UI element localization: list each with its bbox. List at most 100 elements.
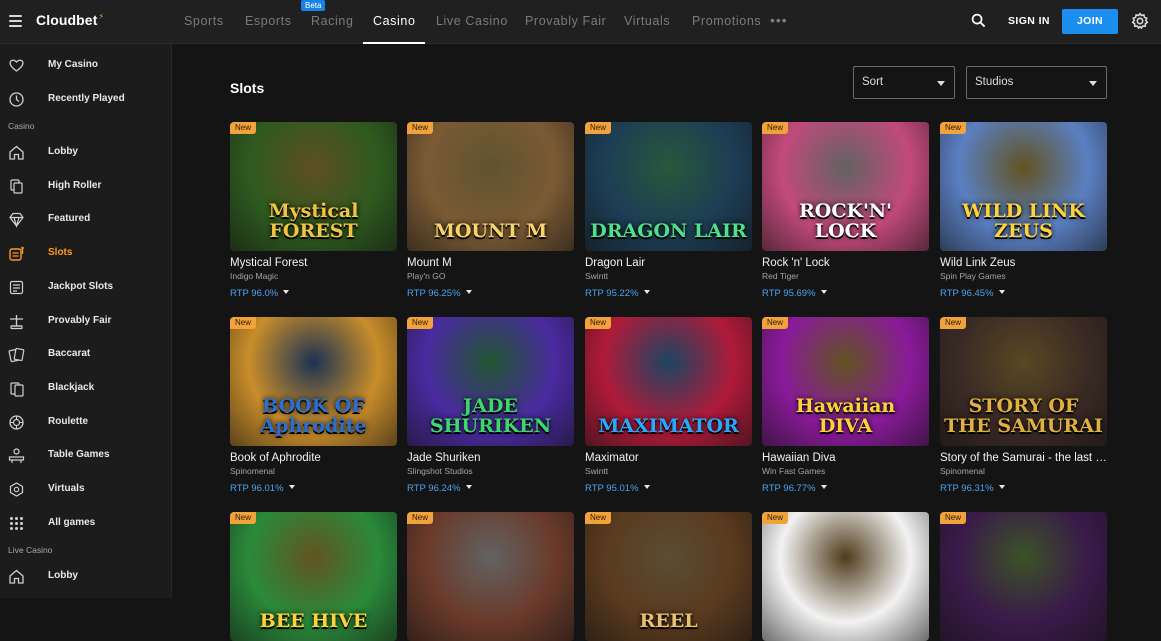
game-card[interactable]: New [407, 512, 574, 641]
rtp-toggle[interactable]: RTP 96.31% [940, 483, 1107, 494]
sidebar-item-casino-baccarat[interactable]: Baccarat [0, 340, 172, 370]
sidebar-item-live-lobby[interactable]: Lobby [0, 562, 172, 592]
game-provider: Spin Play Games [940, 271, 1006, 281]
game-name[interactable]: Mount M [407, 257, 574, 269]
rtp-toggle[interactable]: RTP 95.69% [762, 288, 929, 299]
game-thumbnail[interactable]: New STORY OF THE SAMURAI [940, 317, 1107, 446]
sidebar-item-label: Roulette [48, 415, 88, 427]
game-card[interactable]: New [940, 512, 1107, 641]
game-card[interactable]: New Mystical FOREST Mystical Forest Indigo … [230, 122, 397, 299]
game-thumbnail[interactable]: New REEL [585, 512, 752, 641]
nav-racing[interactable]: Racing [311, 14, 354, 28]
rtp-toggle[interactable]: RTP 95.22% [585, 288, 752, 299]
game-name[interactable]: Jade Shuriken [407, 452, 574, 464]
game-card[interactable]: New STORY OF THE SAMURAI Story of the Samu… [940, 317, 1107, 494]
rtp-value: RTP 96.0% [230, 288, 279, 299]
new-badge: New [585, 317, 612, 329]
sidebar-item-label: High Roller [48, 179, 102, 191]
game-name[interactable]: Story of the Samurai - the last Ronin [940, 452, 1107, 464]
join-button[interactable]: JOIN [1062, 9, 1118, 34]
new-badge: New [940, 512, 967, 524]
sidebar-item-casino-jackpot-slots[interactable]: Jackpot Slots [0, 273, 172, 303]
cloudbet-logo[interactable]: Cloudbet⚡ [36, 12, 104, 28]
sidebar-item-casino-blackjack[interactable]: Blackjack [0, 374, 172, 404]
scale-icon [10, 314, 23, 329]
game-thumbnail[interactable]: New ROCK'N' LOCK [762, 122, 929, 251]
rtp-toggle[interactable]: RTP 96.24% [407, 483, 574, 494]
game-art-title: WILD LINK ZEUS [962, 200, 1085, 242]
game-card[interactable]: New REEL [585, 512, 752, 641]
sidebar-item-my-casino[interactable]: My Casino [0, 51, 172, 81]
sidebar-item-casino-high-roller[interactable]: High Roller [0, 172, 172, 202]
game-thumbnail[interactable]: New [940, 512, 1107, 641]
game-card[interactable]: New Hawaiian DIVA Hawaiian Diva Win Fast Ga… [762, 317, 929, 494]
nav-provably-fair[interactable]: Provably Fair [525, 14, 606, 28]
nav-virtuals[interactable]: Virtuals [624, 14, 670, 28]
game-thumbnail[interactable]: New [407, 512, 574, 641]
game-thumbnail[interactable]: New MOUNT M [407, 122, 574, 251]
nav-casino[interactable]: Casino [373, 14, 416, 28]
game-card[interactable]: New BOOK OF Aphrodite Book of Aphrodite Spi… [230, 317, 397, 494]
game-card[interactable]: New ROCK'N' LOCK Rock 'n' Lock Red Tiger RTP… [762, 122, 929, 299]
game-provider: Indigo Magic [230, 271, 279, 281]
nav-esports[interactable]: Esports [245, 14, 292, 28]
sidebar-item-casino-slots[interactable]: Slots [0, 239, 172, 269]
game-name[interactable]: Wild Link Zeus [940, 257, 1107, 269]
game-thumbnail[interactable]: New JADE SHURIKEN [407, 317, 574, 446]
sidebar-item-casino-all-games[interactable]: All games [0, 509, 172, 539]
rtp-toggle[interactable]: RTP 96.01% [230, 483, 397, 494]
game-thumbnail[interactable]: New DRAGON LAIR [585, 122, 752, 251]
game-name[interactable]: Dragon Lair [585, 257, 752, 269]
sidebar-item-recently-played[interactable]: Recently Played [0, 85, 172, 115]
game-thumbnail[interactable]: New BOOK OF Aphrodite [230, 317, 397, 446]
game-card[interactable]: New DRAGON LAIR Dragon Lair Swintt RTP 95.22… [585, 122, 752, 299]
hamburger-menu-icon[interactable] [9, 15, 22, 27]
nav-promotions[interactable]: Promotions [692, 14, 761, 28]
game-thumbnail[interactable]: New MAXIMATOR [585, 317, 752, 446]
game-name[interactable]: Book of Aphrodite [230, 452, 397, 464]
sidebar-item-casino-table-games[interactable]: Table Games [0, 441, 172, 471]
game-card[interactable]: New BEE HIVE [230, 512, 397, 641]
game-art-title: STORY OF THE SAMURAI [944, 395, 1103, 437]
game-name[interactable]: Hawaiian Diva [762, 452, 929, 464]
sort-dropdown[interactable]: Sort [853, 66, 955, 99]
game-card[interactable]: New MAXIMATOR Maximator Swintt RTP 95.01% [585, 317, 752, 494]
sidebar-item-casino-roulette[interactable]: Roulette [0, 408, 172, 438]
game-thumbnail[interactable]: New [762, 512, 929, 641]
nav-sports[interactable]: Sports [184, 14, 224, 28]
nav-live-casino[interactable]: Live Casino [436, 14, 508, 28]
game-card[interactable]: New WILD LINK ZEUS Wild Link Zeus Spin Play… [940, 122, 1107, 299]
game-card[interactable]: New [762, 512, 929, 641]
game-name[interactable]: Maximator [585, 452, 752, 464]
studios-dropdown[interactable]: Studios [966, 66, 1107, 99]
chevron-down-icon [1089, 81, 1097, 86]
sidebar-item-casino-featured[interactable]: Featured [0, 205, 172, 235]
gear-icon[interactable] [1131, 12, 1149, 30]
game-card[interactable]: New JADE SHURIKEN Jade Shuriken Slingshot S… [407, 317, 574, 494]
game-thumbnail[interactable]: New Hawaiian DIVA [762, 317, 929, 446]
more-dots-icon[interactable]: ••• [770, 12, 788, 28]
rtp-toggle[interactable]: RTP 96.0% [230, 288, 397, 299]
rtp-toggle[interactable]: RTP 95.01% [585, 483, 752, 494]
page-title: Slots [230, 80, 265, 96]
sidebar-item-casino-lobby[interactable]: Lobby [0, 138, 172, 168]
game-thumbnail[interactable]: New BEE HIVE [230, 512, 397, 641]
game-art-title: BEE HIVE [259, 610, 368, 632]
sign-in-button[interactable]: SIGN IN [1008, 15, 1050, 27]
sidebar-item-casino-virtuals[interactable]: Virtuals [0, 475, 172, 505]
game-name[interactable]: Rock 'n' Lock [762, 257, 929, 269]
game-name[interactable]: Mystical Forest [230, 257, 397, 269]
search-icon[interactable] [971, 13, 986, 28]
game-art-title: REEL [639, 610, 698, 632]
game-thumbnail[interactable]: New WILD LINK ZEUS [940, 122, 1107, 251]
diamond-icon [9, 213, 24, 229]
rtp-toggle[interactable]: RTP 96.45% [940, 288, 1107, 299]
game-card[interactable]: New MOUNT M Mount M Play'n GO RTP 96.25% [407, 122, 574, 299]
chevron-down-icon [820, 485, 827, 489]
sidebar-item-casino-provably-fair[interactable]: Provably Fair [0, 307, 172, 337]
game-thumbnail[interactable]: New Mystical FOREST [230, 122, 397, 251]
chevron-down-icon [643, 485, 650, 489]
rtp-toggle[interactable]: RTP 96.25% [407, 288, 574, 299]
grid-icon [10, 516, 23, 530]
rtp-toggle[interactable]: RTP 96.77% [762, 483, 929, 494]
